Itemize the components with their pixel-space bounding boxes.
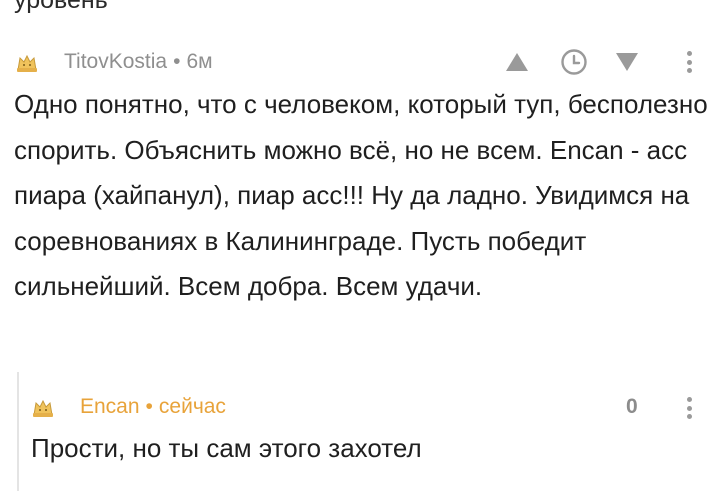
cat-avatar-icon[interactable]	[14, 49, 40, 75]
comment-actions	[500, 46, 644, 78]
reply-header: Encan • сейчас	[30, 392, 226, 422]
reply-time: сейчас	[158, 395, 226, 418]
more-icon[interactable]	[682, 51, 696, 73]
comment-header: TitovKostia • 6м	[14, 47, 213, 77]
upvote-icon[interactable]	[500, 52, 534, 72]
comments-thread: уровень TitovKostia • 6м Одно понятно, ч…	[0, 0, 720, 491]
separator-dot: •	[145, 395, 153, 418]
comment-time: 6м	[186, 50, 213, 73]
reply-author-line: Encan • сейчас	[80, 395, 226, 419]
reply-branch-line	[17, 372, 19, 491]
reply-rating: 0	[626, 395, 638, 418]
comment-body: Одно понятно, что с человеком, который т…	[14, 89, 708, 301]
author-name[interactable]: TitovKostia	[64, 50, 167, 73]
reply-body: Прости, но ты сам этого захотел	[31, 433, 422, 463]
more-dot	[686, 397, 692, 402]
clock-icon[interactable]	[554, 48, 594, 76]
separator-dot: •	[173, 50, 181, 73]
more-dot	[686, 414, 692, 419]
cat-avatar-icon[interactable]	[30, 394, 56, 420]
more-dot	[686, 51, 692, 56]
author-name[interactable]: Encan	[80, 395, 140, 418]
more-dot	[686, 68, 692, 73]
previous-comment-text-fragment: уровень	[14, 0, 108, 14]
comment-author-line: TitovKostia • 6м	[64, 50, 213, 74]
downvote-icon[interactable]	[610, 52, 644, 72]
more-dot	[686, 59, 692, 65]
more-dot	[686, 405, 692, 411]
more-icon[interactable]	[682, 397, 696, 419]
